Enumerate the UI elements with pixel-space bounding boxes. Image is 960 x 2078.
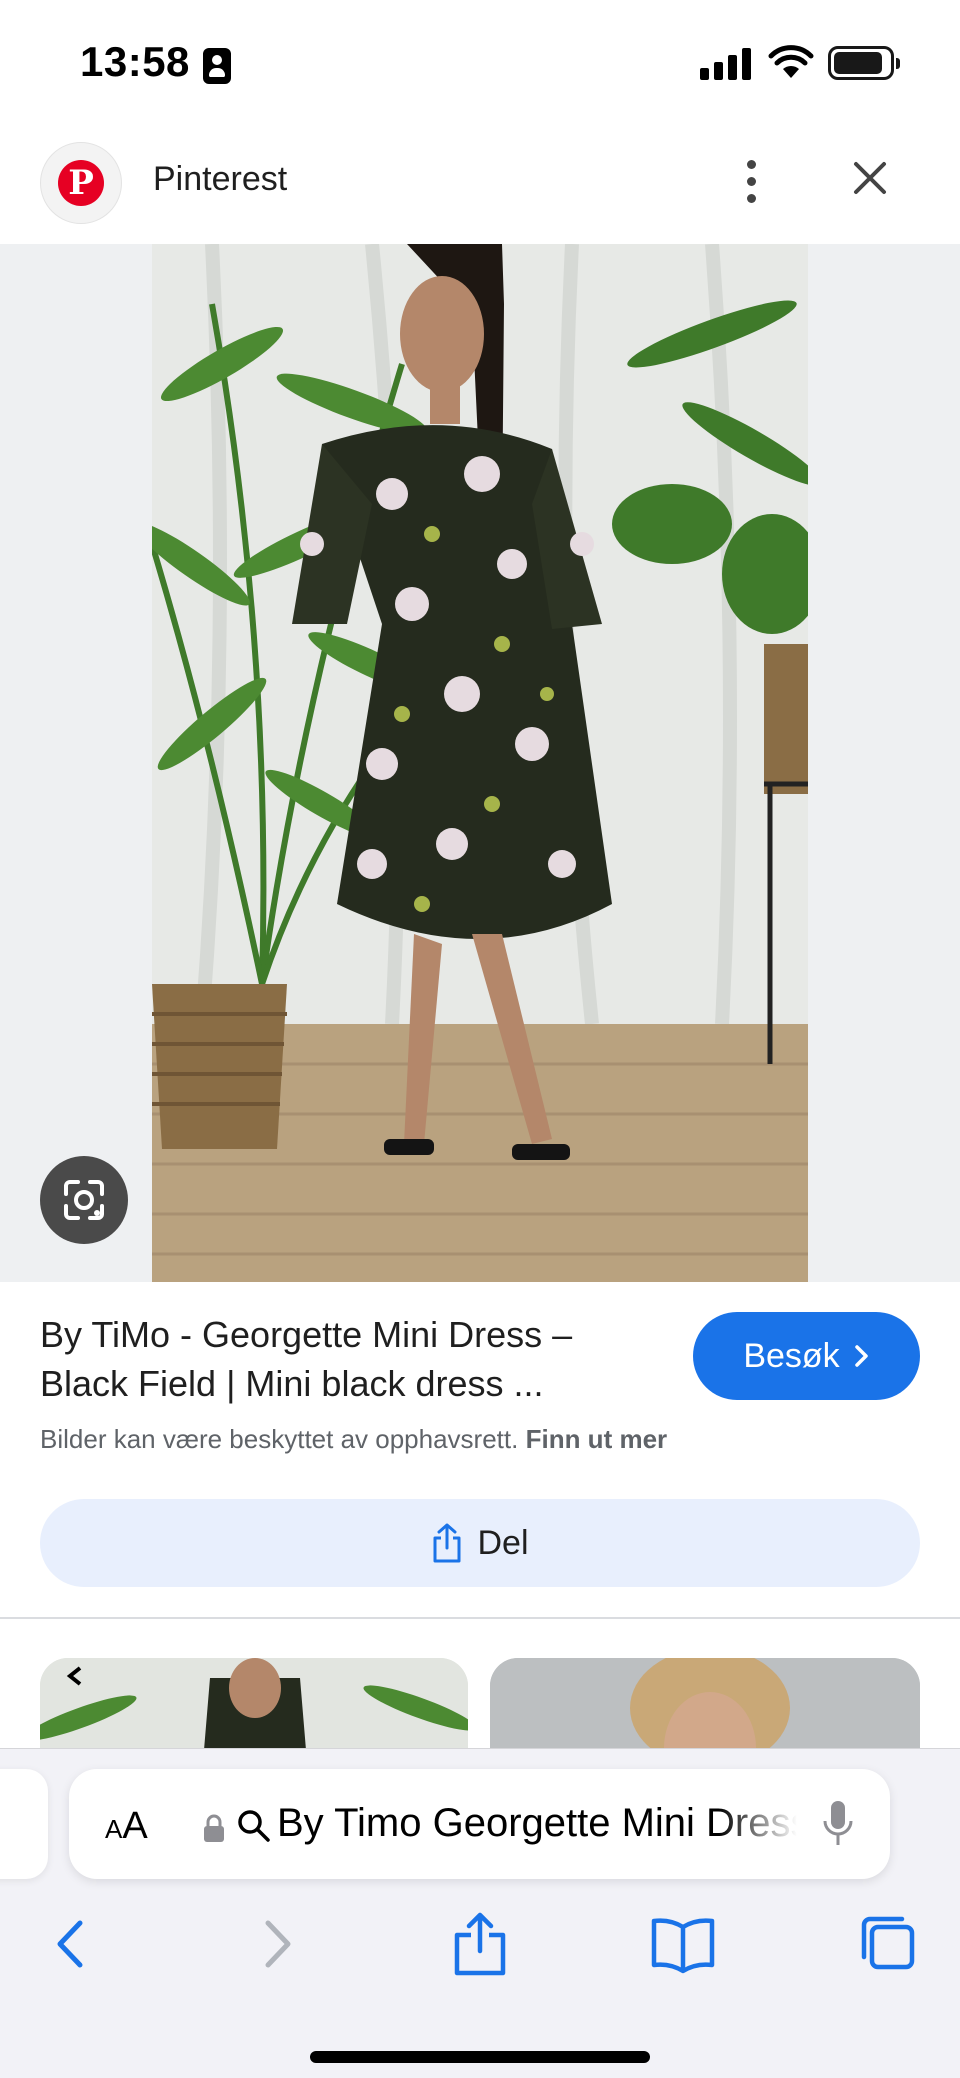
browser-share-icon[interactable] <box>445 1909 515 1979</box>
related-image-thumbnail <box>490 1658 920 1748</box>
divider <box>0 1617 960 1619</box>
site-name[interactable]: Pinterest <box>153 160 287 199</box>
copyright-notice: Bilder kan være beskyttet av opphavsrett… <box>40 1424 667 1455</box>
status-time: 13:58 <box>80 38 190 85</box>
visit-button-label: Besøk <box>743 1336 840 1375</box>
lock-icon <box>204 1814 224 1842</box>
dress-photo-illustration <box>152 244 808 1282</box>
image-preview-area <box>0 244 960 1282</box>
pin-title[interactable]: By TiMo - Georgette Mini Dress – Black F… <box>40 1310 670 1408</box>
contact-badge-icon <box>203 48 231 84</box>
home-indicator <box>310 2051 650 2063</box>
lens-icon <box>64 1180 104 1220</box>
mic-icon[interactable] <box>821 1799 855 1849</box>
url-field[interactable]: By Timo Georgette Mini Dress <box>277 1801 797 1846</box>
cellular-signal-icon <box>700 48 752 80</box>
previous-tab-preview[interactable] <box>0 1769 48 1879</box>
back-icon[interactable] <box>36 1909 106 1979</box>
learn-more-link[interactable]: Finn ut mer <box>526 1424 668 1454</box>
share-icon <box>433 1523 461 1563</box>
bookmarks-icon[interactable] <box>648 1909 718 1979</box>
search-icon <box>238 1810 270 1842</box>
close-icon[interactable] <box>846 154 894 202</box>
address-bar[interactable]: AA By Timo Georgette Mini Dress <box>69 1769 890 1879</box>
visit-button[interactable]: Besøk <box>693 1312 920 1400</box>
text-size-button[interactable]: AA <box>105 1805 148 1848</box>
product-photo[interactable] <box>152 244 808 1282</box>
pinterest-logo-icon: P <box>58 160 104 206</box>
chevron-right-icon <box>854 1345 868 1367</box>
wifi-icon <box>768 45 814 78</box>
related-image-thumbnail <box>40 1658 468 1748</box>
copyright-text: Bilder kan være beskyttet av opphavsrett… <box>40 1424 519 1454</box>
related-image-card[interactable] <box>40 1658 468 1748</box>
tabs-icon[interactable] <box>852 1909 922 1979</box>
forward-icon[interactable] <box>242 1909 312 1979</box>
related-images <box>0 1658 960 1748</box>
battery-icon <box>828 46 900 80</box>
status-bar: 13:58 <box>0 0 960 130</box>
lens-search-button[interactable] <box>40 1156 128 1244</box>
site-avatar[interactable]: P <box>40 142 122 224</box>
more-vert-icon[interactable] <box>740 158 764 206</box>
share-button-label: Del <box>477 1523 529 1562</box>
related-image-card[interactable] <box>490 1658 920 1748</box>
browser-toolbar: AA By Timo Georgette Mini Dress <box>0 1748 960 2078</box>
share-button[interactable]: Del <box>40 1499 920 1587</box>
viewer-header: P Pinterest <box>0 130 960 244</box>
